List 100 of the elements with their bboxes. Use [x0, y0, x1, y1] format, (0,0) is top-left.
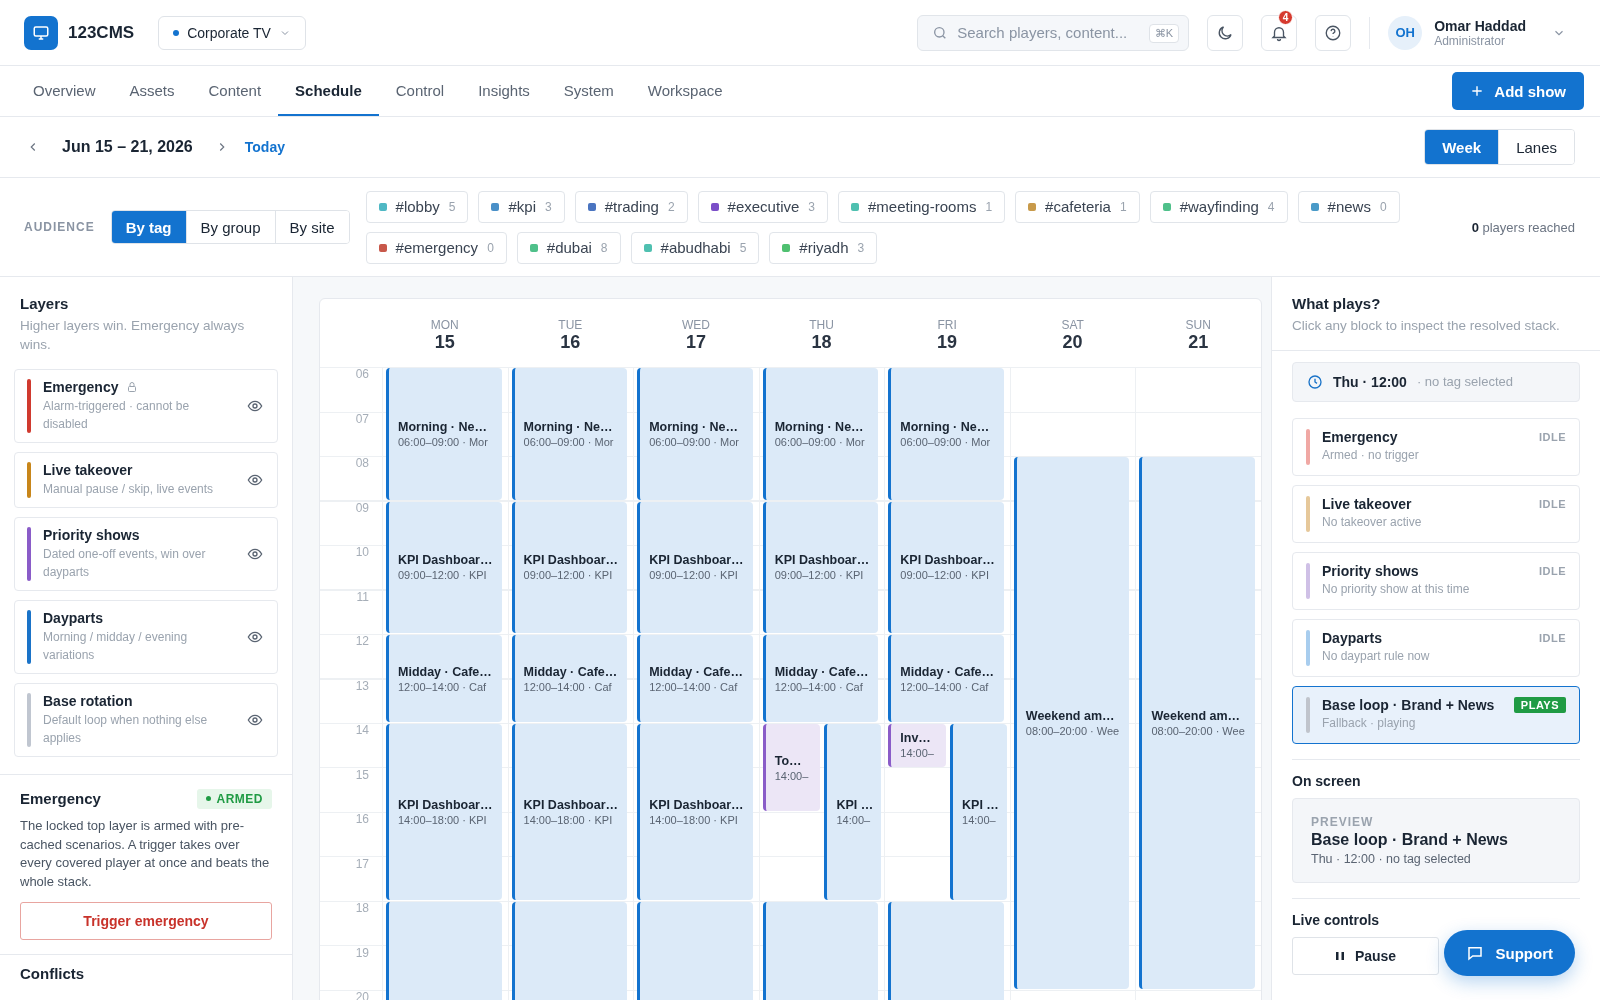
- workspace-dropdown[interactable]: Corporate TV: [158, 15, 306, 50]
- schedule-block[interactable]: Midday · Cafe… 12:00–14:00 · Caf: [888, 635, 1004, 722]
- schedule-block[interactable]: KPI Dashboar… 09:00–12:00 · KPI: [386, 501, 502, 633]
- live-controls-title: Live controls: [1292, 911, 1381, 928]
- day-number: 17: [685, 331, 706, 353]
- tag-chip[interactable]: #meeting-rooms 1: [838, 190, 1006, 223]
- layer-name: Priority shows: [43, 526, 140, 543]
- date-range: Jun 15 – 21, 2026: [62, 138, 193, 156]
- schedule-block[interactable]: Morning · Ne… 06:00–09:00 · Mor: [511, 368, 628, 500]
- weekday-label: FRI: [937, 317, 957, 332]
- block-time: 14:00–18:00 · KPI: [649, 814, 739, 826]
- block-title: Midday · Cafe…: [523, 664, 619, 679]
- nav-tab[interactable]: Control: [378, 66, 462, 116]
- schedule-block[interactable]: KPI … 14:00–: [824, 724, 882, 900]
- audience-mode-tab[interactable]: By tag: [111, 211, 186, 243]
- support-button[interactable]: Support: [1443, 930, 1575, 976]
- layer-status-detail: No priority show at this time: [1322, 580, 1471, 598]
- schedule-block[interactable]: Weekend am… 08:00–20:00 · Wee: [1139, 457, 1255, 989]
- hour-label: 07: [355, 411, 369, 426]
- tag-chip[interactable]: #lobby 5: [365, 190, 469, 223]
- tag-chip[interactable]: #dubai 8: [516, 231, 621, 264]
- schedule-block[interactable]: Morning · Ne… 06:00–09:00 · Mor: [762, 368, 879, 500]
- tag-scope: · no tag selected: [1416, 374, 1514, 390]
- schedule-block[interactable]: Weekend am… 08:00–20:00 · Wee: [1013, 457, 1130, 989]
- schedule-block[interactable]: KPI Dashboar… 09:00–12:00 · KPI: [511, 501, 628, 633]
- schedule-block[interactable]: Midday · Cafe… 12:00–14:00 · Caf: [386, 635, 502, 722]
- nav-tab[interactable]: Content: [191, 66, 279, 116]
- tag-chip[interactable]: #kpi 3: [478, 190, 565, 223]
- schedule-block[interactable]: KPI Dashboar… 14:00–18:00 · KPI: [637, 724, 753, 900]
- hour-label: 16: [355, 812, 369, 826]
- layer-card[interactable]: Emergency Alarm-triggered · cannot be disabled: [14, 368, 278, 443]
- tag-chip[interactable]: #emergency 0: [365, 231, 507, 264]
- schedule-block[interactable]: Morning · Ne… 06:00–09:00 · Mor: [637, 368, 753, 500]
- tag-chip[interactable]: #news 0: [1297, 190, 1400, 223]
- add-show-button[interactable]: Add show: [1452, 72, 1584, 110]
- hour-label: 10: [355, 545, 369, 559]
- schedule-block[interactable]: KPI Dashboar… 14:00–18:00 · KPI: [386, 724, 502, 900]
- block-time: 06:00–09:00 · Mor: [523, 435, 615, 448]
- tag-chip[interactable]: #wayfinding 4: [1149, 190, 1288, 223]
- help-button[interactable]: [1315, 14, 1352, 51]
- dark-mode-button[interactable]: [1207, 14, 1244, 51]
- day-number: 15: [434, 331, 455, 353]
- schedule-block[interactable]: KPI … 14:00–: [950, 724, 1007, 900]
- schedule-block[interactable]: To… 14:00–: [762, 724, 820, 811]
- nav-tab[interactable]: Schedule: [278, 66, 379, 116]
- nav-tab[interactable]: System: [546, 66, 631, 116]
- layer-name: Base rotation: [43, 692, 133, 709]
- hour-label: 18: [355, 901, 369, 915]
- block-title: Midday · Cafe…: [398, 664, 493, 679]
- status-label: IDLE: [1538, 429, 1566, 445]
- schedule-block[interactable]: Midday · Cafe… 12:00–14:00 · Caf: [637, 635, 753, 722]
- schedule-block[interactable]: Morning · Ne… 06:00–09:00 · Mor: [386, 368, 502, 500]
- stack-layer-card[interactable]: Priority shows No priority show at this time IDLE: [1292, 551, 1580, 610]
- block-time: 12:00–14:00 · Caf: [649, 680, 739, 693]
- tag-chip[interactable]: #cafeteria 1: [1015, 190, 1140, 223]
- trigger-emergency-button[interactable]: Trigger emergency: [20, 902, 272, 941]
- user-name: Omar Haddad: [1434, 17, 1526, 34]
- block-title: Midday · Cafe…: [774, 664, 870, 679]
- nav-tab[interactable]: Workspace: [630, 66, 740, 116]
- stack-layer-card[interactable]: Emergency Armed · no trigger IDLE: [1292, 417, 1580, 476]
- block-time: 09:00–12:00 · KPI: [900, 569, 990, 582]
- stack-layer-card[interactable]: Dayparts No daypart rule now IDLE: [1292, 618, 1580, 677]
- hour-label: 14: [355, 723, 369, 737]
- schedule-block[interactable]: KPI Dashboar… 09:00–12:00 · KPI: [888, 501, 1004, 633]
- layer-card[interactable]: Priority shows Dated one-off events, win over dayparts: [14, 516, 278, 591]
- user-avatar[interactable]: OH: [1388, 15, 1423, 50]
- schedule-block[interactable]: Midday · Cafe… 12:00–14:00 · Caf: [511, 635, 628, 722]
- schedule-block[interactable]: Midday · Cafe… 12:00–14:00 · Caf: [762, 635, 879, 722]
- stack-layer-card[interactable]: Live takeover No takeover active IDLE: [1292, 484, 1580, 543]
- stack-layer-card[interactable]: Base loop · Brand + News Fallback · playing PLAYS: [1292, 685, 1580, 744]
- nav-tab[interactable]: Overview: [16, 66, 113, 116]
- layer-name: Live takeover: [43, 461, 133, 478]
- schedule-block[interactable]: KPI Dashboar… 09:00–12:00 · KPI: [637, 501, 753, 633]
- schedule-block[interactable]: KPI Dashboar… 09:00–12:00 · KPI: [762, 501, 879, 633]
- schedule-block[interactable]: Morning · Ne… 06:00–09:00 · Mor: [888, 368, 1004, 500]
- audience-mode-tab[interactable]: By site: [274, 211, 349, 243]
- today-link[interactable]: Today: [244, 139, 285, 155]
- notification-count: 4: [1277, 9, 1294, 25]
- layer-name: Base loop · Brand + News: [1322, 696, 1496, 713]
- nav-tab[interactable]: Assets: [112, 66, 192, 116]
- schedule-block[interactable]: Inv… 14:00–: [888, 724, 946, 767]
- layer-card[interactable]: Live takeover Manual pause / skip, live events: [14, 451, 278, 508]
- weekday-label: SUN: [1185, 317, 1211, 332]
- pause-button[interactable]: Pause: [1292, 936, 1439, 975]
- layer-status-detail: Fallback · playing: [1322, 714, 1417, 732]
- tag-chip[interactable]: #abudhabi 5: [630, 231, 760, 264]
- layers-title: Layers: [20, 295, 70, 312]
- block-time: 14:00–18:00 · KPI: [523, 814, 614, 826]
- preview-title: Base loop · Brand + News: [1311, 830, 1509, 849]
- layer-card[interactable]: Base rotation Default loop when nothing else applies: [14, 682, 278, 757]
- audience-label: AUDIENCE: [24, 220, 95, 234]
- hour-label: 12: [355, 634, 369, 648]
- tag-chip[interactable]: #riyadh 3: [769, 231, 878, 264]
- schedule-block[interactable]: KPI Dashboar… 14:00–18:00 · KPI: [511, 724, 628, 900]
- view-toggle[interactable]: Lanes: [1498, 130, 1574, 164]
- nav-tab[interactable]: Insights: [461, 66, 547, 116]
- tag-chip[interactable]: #executive 3: [697, 190, 828, 223]
- layer-card[interactable]: Dayparts Morning / midday / evening variations: [14, 599, 278, 674]
- tag-chip[interactable]: #trading 2: [574, 190, 688, 223]
- view-toggle[interactable]: Week: [1425, 130, 1499, 164]
